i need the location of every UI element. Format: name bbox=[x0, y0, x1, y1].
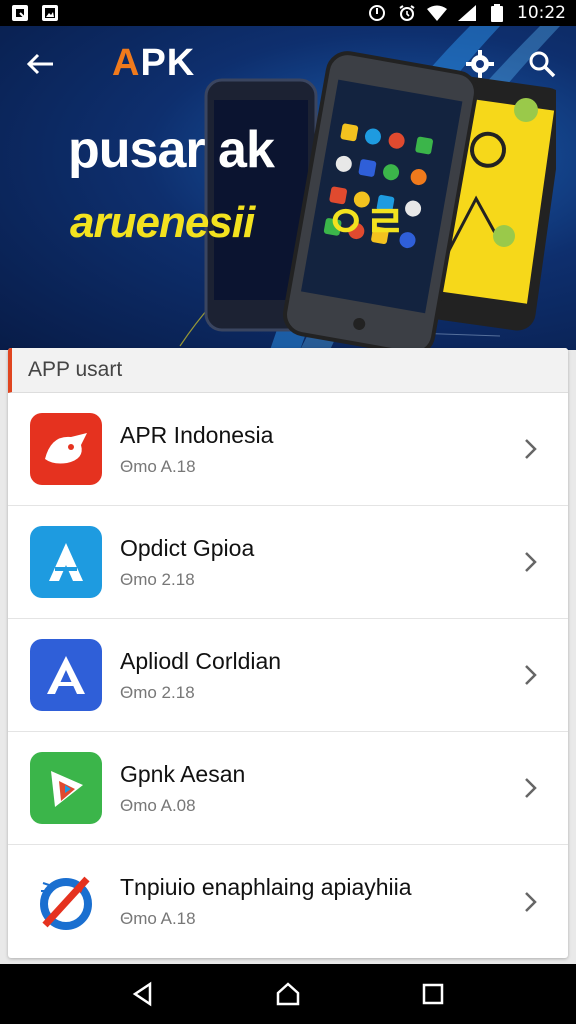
chevron-right-icon bbox=[525, 891, 537, 912]
red-fox-icon bbox=[30, 413, 102, 485]
battery-icon bbox=[487, 4, 507, 22]
alarm-icon bbox=[397, 4, 417, 22]
status-time: 10:22 bbox=[517, 3, 566, 23]
list-item[interactable]: Gpnk Aesan Θmo A.08 bbox=[8, 732, 568, 845]
list-item-title: Gpnk Aesan bbox=[120, 760, 246, 787]
list-item-title: Apliodl Corldian bbox=[120, 647, 282, 674]
chevron-right-icon bbox=[525, 439, 537, 459]
blue-a-icon bbox=[30, 526, 102, 598]
chevron-right-icon bbox=[525, 665, 537, 685]
list-item-title: APR Indonesia bbox=[120, 421, 274, 448]
home-icon[interactable] bbox=[264, 970, 312, 1018]
section-header: APP usart bbox=[8, 348, 568, 393]
list-item-subtitle: Θmo A.18 bbox=[120, 909, 196, 928]
dnd-icon bbox=[367, 4, 387, 22]
list-item-subtitle: Θmo A.08 bbox=[120, 795, 196, 815]
list-item-subtitle: Θmo 2.18 bbox=[120, 569, 195, 589]
back-triangle-icon[interactable] bbox=[119, 970, 167, 1018]
back-arrow-icon[interactable] bbox=[20, 46, 60, 82]
list-item[interactable]: Tnpiuio enaphlaing apiayhiia Θmo A.18 bbox=[8, 845, 568, 958]
status-bar: 10:22 bbox=[0, 0, 576, 26]
list-item[interactable]: Apliodl Corldian Θmo 2.18 bbox=[8, 619, 568, 732]
list-item-title: Opdict Gpioa bbox=[120, 534, 255, 561]
hero-headline: pusar ak bbox=[68, 121, 275, 179]
recents-square-icon[interactable] bbox=[409, 970, 457, 1018]
chevron-right-icon bbox=[525, 778, 537, 798]
app-list-card: APP usart APR Indonesia Θmo A.18 Opdict … bbox=[8, 348, 568, 958]
list-item-subtitle: Θmo A.18 bbox=[120, 456, 196, 476]
hero-banner: APK pusar ak aruenesii ㅇㄹ bbox=[0, 26, 576, 350]
list-item-subtitle: Θmo 2.18 bbox=[120, 682, 195, 702]
green-play-icon bbox=[30, 752, 102, 824]
notification-icon bbox=[10, 4, 30, 22]
list-item[interactable]: Opdict Gpioa Θmo 2.18 bbox=[8, 506, 568, 619]
app-store-a-icon bbox=[30, 639, 102, 711]
chevron-right-icon bbox=[525, 552, 537, 572]
image-notification-icon bbox=[40, 4, 60, 22]
list-item-title: Tnpiuio enaphlaing apiayhiia bbox=[120, 874, 412, 900]
hero-subheadline: aruenesii ㅇㄹ bbox=[70, 198, 405, 247]
system-nav-bar bbox=[0, 964, 576, 1024]
signal-icon bbox=[457, 4, 477, 22]
brand-logo: APK bbox=[112, 42, 196, 84]
list-item[interactable]: APR Indonesia Θmo A.18 bbox=[8, 393, 568, 506]
wifi-icon bbox=[427, 4, 447, 22]
rocket-icon bbox=[30, 865, 102, 938]
